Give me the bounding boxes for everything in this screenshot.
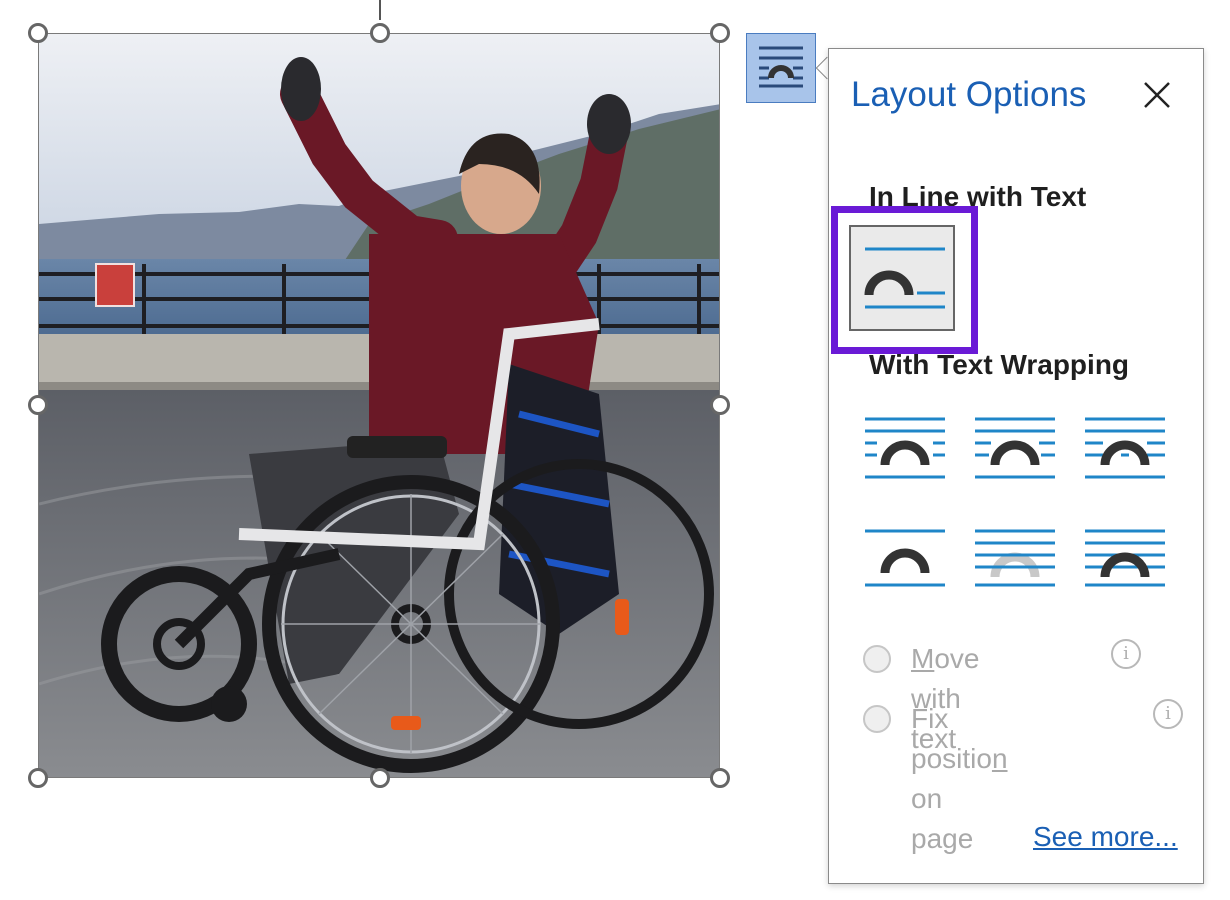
close-button[interactable]	[1139, 77, 1175, 113]
wrap-in-front-of-text-icon	[1085, 529, 1165, 587]
fix-position-radio[interactable]	[863, 705, 891, 733]
photo-scene	[39, 34, 719, 777]
resize-handle-top-right[interactable]	[710, 23, 730, 43]
wrap-through-icon	[1085, 417, 1165, 479]
selected-picture[interactable]	[38, 33, 720, 778]
panel-title: Layout Options	[851, 75, 1087, 114]
wrap-square-icon	[865, 417, 945, 479]
wrap-in-front-of-text-option[interactable]	[1083, 527, 1167, 595]
in-line-with-text-option[interactable]	[849, 225, 955, 331]
layout-options-panel: Layout Options In Line with Text With Te…	[828, 48, 1204, 884]
resize-handle-bottom-right[interactable]	[710, 768, 730, 788]
inline-heading: In Line with Text	[869, 181, 1087, 212]
resize-handle-left[interactable]	[28, 395, 48, 415]
wrap-tight-option[interactable]	[973, 415, 1057, 483]
in-line-with-text-icon	[864, 247, 945, 309]
fix-position-label: Fix position on page	[911, 703, 1008, 854]
fix-position-info-icon[interactable]: i	[1153, 699, 1183, 729]
wrapping-heading: With Text Wrapping	[869, 349, 1130, 380]
layout-options-icon	[759, 46, 803, 88]
layout-options-button[interactable]	[746, 33, 816, 103]
resize-handle-bottom-left[interactable]	[28, 768, 48, 788]
wrap-tight-icon	[975, 417, 1055, 479]
resize-handle-bottom[interactable]	[370, 768, 390, 788]
wrap-top-bottom-icon	[865, 529, 945, 587]
rotation-handle-line	[379, 0, 381, 20]
wrap-top-bottom-option[interactable]	[863, 527, 947, 595]
resize-handle-right[interactable]	[710, 395, 730, 415]
resize-handle-top-left[interactable]	[28, 23, 48, 43]
wrap-behind-text-icon	[975, 529, 1055, 587]
rotate-handle[interactable]	[370, 23, 390, 43]
move-with-text-info-icon[interactable]: i	[1111, 639, 1141, 669]
see-more-link[interactable]: See more...	[1033, 821, 1178, 853]
wrap-behind-text-option[interactable]	[973, 527, 1057, 595]
move-with-text-radio[interactable]	[863, 645, 891, 673]
close-icon	[1144, 82, 1170, 108]
wrap-through-option[interactable]	[1083, 415, 1167, 483]
wrap-square-option[interactable]	[863, 415, 947, 483]
